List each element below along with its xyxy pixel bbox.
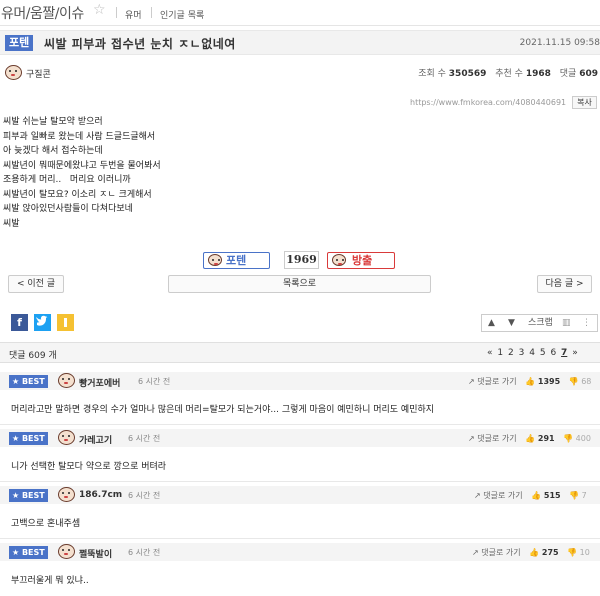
recommend-count: 1968 bbox=[525, 69, 551, 79]
post-body: 씨발 쉬는날 탈모약 받으러 피부과 일빠로 왔는데 사람 드글드글해서 아 늦… bbox=[3, 117, 161, 229]
release-vote-label: 방출 bbox=[352, 254, 373, 267]
author-avatar[interactable] bbox=[5, 65, 22, 80]
downvote-button[interactable]: 👎 7 bbox=[569, 491, 587, 500]
comment-actions: ↗ 댓글로 가기 👍 515 👎 7 bbox=[474, 490, 587, 501]
post-tools: ▲ ▼ 스크랩 ▥ ⋮ bbox=[481, 314, 598, 332]
post-date: 2021.11.15 09:58 bbox=[519, 38, 600, 48]
comment-header: ★ BEST 빵거포에버 6 시간 전 ↗ 댓글로 가기 👍 1395 👎 68 bbox=[0, 372, 600, 390]
smile-face-icon bbox=[208, 254, 222, 266]
author-name[interactable]: 구질콘 bbox=[26, 67, 51, 80]
twitter-share-icon[interactable] bbox=[34, 314, 51, 331]
vote-count: 1969 bbox=[284, 251, 319, 269]
scrap-button[interactable]: 스크랩 bbox=[528, 315, 553, 331]
page-link[interactable]: 6 bbox=[550, 348, 556, 358]
page-link[interactable]: 2 bbox=[508, 348, 514, 358]
post-title: 씨발 피부과 접수년 눈치 ㅈㄴ없네여 bbox=[44, 37, 236, 51]
kakao-share-icon[interactable] bbox=[57, 314, 74, 331]
comment-time: 6 시간 전 bbox=[128, 548, 161, 557]
post-url[interactable]: https://www.fmkorea.com/4080440691 bbox=[410, 98, 566, 107]
post-stats: 조회 수 350569 추천 수 1968 댓글 609 bbox=[418, 66, 598, 79]
divider bbox=[116, 7, 117, 18]
best-badge: ★ BEST bbox=[9, 432, 48, 445]
board-title[interactable]: 유머/움짤/이슈 bbox=[1, 3, 84, 23]
more-icon[interactable]: ⋮ bbox=[582, 315, 591, 331]
page-current[interactable]: 7 bbox=[561, 348, 567, 358]
recommend-label: 추천 수 bbox=[495, 69, 523, 79]
comment-bar: 댓글 609 개 « 1 2 3 4 5 6 7 » bbox=[0, 342, 600, 363]
star-icon[interactable]: ☆ bbox=[93, 2, 106, 18]
downvote-button[interactable]: 👎 400 bbox=[563, 434, 591, 443]
comments-count: 609 bbox=[579, 69, 598, 79]
board-header: 유머/움짤/이슈 ☆ 유머 인기글 목록 bbox=[0, 0, 600, 26]
page-link[interactable]: 5 bbox=[540, 348, 546, 358]
comment-header: ★ BEST 186.7cm 6 시간 전 ↗ 댓글로 가기 👍 515 👎 7 bbox=[0, 486, 600, 504]
pager-next[interactable]: » bbox=[572, 348, 578, 358]
potent-vote-button[interactable]: 포텐 bbox=[203, 252, 270, 269]
list-button[interactable]: 목록으로 bbox=[168, 275, 431, 293]
comment-pager: « 1 2 3 4 5 6 7 » bbox=[487, 348, 578, 358]
comment-item: ★ BEST 빵거포에버 6 시간 전 ↗ 댓글로 가기 👍 1395 👎 68… bbox=[0, 372, 600, 425]
release-vote-button[interactable]: 방출 bbox=[327, 252, 395, 269]
comment-actions: ↗ 댓글로 가기 👍 1395 👎 68 bbox=[468, 376, 591, 387]
best-badge: ★ BEST bbox=[9, 375, 48, 388]
downvote-button[interactable]: 👎 68 bbox=[569, 377, 592, 386]
facebook-share-icon[interactable]: f bbox=[11, 314, 28, 331]
breadcrumb-humor[interactable]: 유머 bbox=[125, 8, 142, 21]
comment-header: ★ BEST 가레고기 6 시간 전 ↗ 댓글로 가기 👍 291 👎 400 bbox=[0, 429, 600, 447]
commenter-avatar[interactable] bbox=[58, 544, 75, 559]
upvote-button[interactable]: 👍 291 bbox=[525, 434, 554, 443]
best-badge: ★ BEST bbox=[9, 489, 48, 502]
best-badge: ★ BEST bbox=[9, 546, 48, 559]
upvote-button[interactable]: 👍 275 bbox=[529, 548, 558, 557]
downvote-button[interactable]: 👎 10 bbox=[567, 548, 590, 557]
comment-time: 6 시간 전 bbox=[128, 491, 161, 500]
potent-tag: 포텐 bbox=[5, 35, 34, 51]
comment-header: ★ BEST 쩔뚝발이 6 시간 전 ↗ 댓글로 가기 👍 275 👎 10 bbox=[0, 543, 600, 561]
comment-actions: ↗ 댓글로 가기 👍 275 👎 10 bbox=[472, 547, 590, 558]
comment-item: ★ BEST 쩔뚝발이 6 시간 전 ↗ 댓글로 가기 👍 275 👎 10 부… bbox=[0, 543, 600, 596]
divider bbox=[151, 7, 152, 18]
reply-link[interactable]: ↗ 댓글로 가기 bbox=[468, 377, 517, 386]
potent-vote-label: 포텐 bbox=[226, 254, 247, 267]
breadcrumb-popular[interactable]: 인기글 목록 bbox=[160, 8, 204, 21]
page-link[interactable]: 3 bbox=[519, 348, 525, 358]
comment-text: 니가 선택한 탈모다 약으로 깡으로 버텨라 bbox=[11, 462, 167, 472]
views-label: 조회 수 bbox=[418, 69, 446, 79]
comments-label: 댓글 bbox=[559, 69, 577, 79]
commenter-name[interactable]: 가레고기 bbox=[79, 433, 112, 446]
scroll-down-icon[interactable]: ▼ bbox=[508, 315, 515, 331]
comment-text: 부끄러울게 뭐 있냐.. bbox=[11, 576, 89, 586]
views-count: 350569 bbox=[448, 69, 487, 79]
comment-actions: ↗ 댓글로 가기 👍 291 👎 400 bbox=[468, 433, 591, 444]
upvote-button[interactable]: 👍 1395 bbox=[525, 377, 560, 386]
angry-face-icon bbox=[332, 254, 346, 266]
next-post-button[interactable]: 다음 글 > bbox=[537, 275, 592, 293]
commenter-name[interactable]: 빵거포에버 bbox=[79, 376, 120, 389]
prev-post-button[interactable]: < 이전 글 bbox=[8, 275, 64, 293]
reply-link[interactable]: ↗ 댓글로 가기 bbox=[472, 548, 521, 557]
copy-url-button[interactable]: 복사 bbox=[572, 96, 597, 109]
comment-item: ★ BEST 가레고기 6 시간 전 ↗ 댓글로 가기 👍 291 👎 400 … bbox=[0, 429, 600, 482]
commenter-avatar[interactable] bbox=[58, 430, 75, 445]
comment-time: 6 시간 전 bbox=[138, 377, 171, 386]
reply-link[interactable]: ↗ 댓글로 가기 bbox=[474, 491, 523, 500]
comment-count: 댓글 609 개 bbox=[9, 351, 57, 361]
commenter-name[interactable]: 쩔뚝발이 bbox=[79, 547, 112, 560]
commenter-avatar[interactable] bbox=[58, 487, 75, 502]
page-link[interactable]: 1 bbox=[497, 348, 503, 358]
comment-item: ★ BEST 186.7cm 6 시간 전 ↗ 댓글로 가기 👍 515 👎 7… bbox=[0, 486, 600, 539]
post-title-bar: 포텐 씨발 피부과 접수년 눈치 ㅈㄴ없네여 2021.11.15 09:58 bbox=[0, 30, 600, 55]
pager-prev[interactable]: « bbox=[487, 348, 493, 358]
comment-time: 6 시간 전 bbox=[128, 434, 161, 443]
scroll-up-icon[interactable]: ▲ bbox=[488, 315, 495, 331]
comment-text: 고백으로 혼내주셈 bbox=[11, 519, 81, 529]
commenter-avatar[interactable] bbox=[58, 373, 75, 388]
page-link[interactable]: 4 bbox=[529, 348, 535, 358]
chart-icon[interactable]: ▥ bbox=[562, 315, 571, 331]
upvote-button[interactable]: 👍 515 bbox=[531, 491, 560, 500]
comment-text: 머리라고만 말하면 경우의 수가 얼마나 많은데 머리=탈모가 되는거야... … bbox=[11, 405, 435, 415]
reply-link[interactable]: ↗ 댓글로 가기 bbox=[468, 434, 517, 443]
commenter-name[interactable]: 186.7cm bbox=[79, 490, 122, 500]
